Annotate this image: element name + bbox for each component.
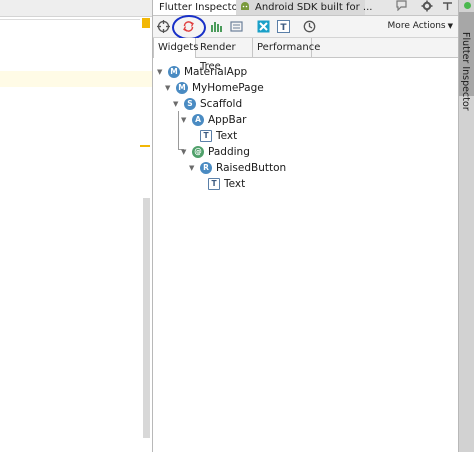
tree-node-label: RaisedButton bbox=[216, 162, 287, 174]
repaint-rainbow-icon[interactable] bbox=[255, 18, 272, 35]
widget-icon: R bbox=[200, 162, 212, 174]
tree-node[interactable]: ▼ S Scaffold bbox=[173, 96, 242, 112]
inspector-toolbar: T More Actions ▼ bbox=[153, 15, 459, 40]
warning-marker bbox=[140, 145, 150, 147]
tab-performance[interactable]: Performance bbox=[253, 38, 320, 57]
tree-node[interactable]: ▼ M MaterialApp bbox=[157, 64, 247, 80]
tab-label: Android SDK built for ... bbox=[255, 2, 373, 13]
chevron-down-icon[interactable]: ▼ bbox=[189, 160, 198, 176]
chevron-down-icon[interactable]: ▼ bbox=[181, 112, 190, 128]
chevron-down-icon: ▼ bbox=[447, 22, 453, 30]
tree-node[interactable]: T Text bbox=[198, 128, 237, 144]
gear-icon[interactable] bbox=[419, 0, 435, 15]
tree-node-label: AppBar bbox=[208, 114, 247, 126]
tree-node-label: Text bbox=[224, 178, 246, 190]
text-widget-icon: T bbox=[200, 130, 212, 142]
chevron-down-icon[interactable]: ▼ bbox=[165, 80, 174, 96]
widget-tree: ▼ M MaterialApp ▼ M MyHomePage ▼ S Scaffold ▼ A… bbox=[153, 58, 459, 452]
chevron-down-icon[interactable]: ▼ bbox=[173, 96, 182, 112]
tree-node-label: MyHomePage bbox=[192, 82, 264, 94]
stripe-label: Flutter Inspector bbox=[460, 32, 471, 111]
tab-label: Widgets bbox=[158, 42, 199, 53]
tree-node[interactable]: ▼ A AppBar bbox=[181, 112, 246, 128]
tree-node-label: Text bbox=[216, 130, 238, 142]
svg-text:T: T bbox=[280, 23, 287, 33]
tree-connector bbox=[178, 111, 179, 149]
current-line-highlight bbox=[0, 71, 152, 87]
editor-tab-bar bbox=[0, 0, 152, 17]
tree-node-label: Padding bbox=[208, 146, 250, 158]
widget-icon: M bbox=[168, 66, 180, 78]
text-widget-icon: T bbox=[208, 178, 220, 190]
warning-marker bbox=[142, 18, 150, 28]
refresh-icon[interactable] bbox=[180, 18, 197, 35]
stripe-button-flutter-inspector[interactable]: Flutter Inspector bbox=[459, 12, 474, 111]
tab-label: Flutter Inspector bbox=[159, 2, 242, 13]
inspector-view-tabs: Widgets Render Tree Performance bbox=[153, 38, 459, 72]
editor-divider bbox=[0, 19, 140, 20]
flutter-inspector-panel: Flutter Inspector Android SDK built for … bbox=[152, 0, 459, 452]
widget-icon: M bbox=[176, 82, 188, 94]
android-icon bbox=[241, 2, 249, 10]
tool-window-tabs: Flutter Inspector Android SDK built for … bbox=[153, 0, 459, 16]
chat-icon[interactable] bbox=[393, 0, 409, 15]
tree-node[interactable]: ▼ @ Padding bbox=[181, 144, 250, 160]
slow-animation-icon[interactable] bbox=[301, 18, 318, 35]
status-dot-icon bbox=[464, 2, 471, 9]
widget-icon: S bbox=[184, 98, 196, 110]
tree-node[interactable]: T Text bbox=[206, 176, 245, 192]
right-tool-stripe: Flutter Inspector bbox=[458, 0, 474, 452]
editor-area[interactable] bbox=[0, 0, 152, 452]
editor-scrollbar[interactable] bbox=[143, 198, 150, 438]
chevron-down-icon[interactable]: ▼ bbox=[181, 144, 190, 160]
debug-paint-icon[interactable] bbox=[228, 18, 245, 35]
tree-node[interactable]: ▼ R RaisedButton bbox=[189, 160, 286, 176]
more-actions-label: More Actions bbox=[387, 21, 446, 31]
text-baseline-icon[interactable]: T bbox=[275, 18, 292, 35]
performance-overlay-icon[interactable] bbox=[208, 18, 225, 35]
chevron-down-icon[interactable]: ▼ bbox=[157, 64, 166, 80]
tab-flutter-inspector[interactable]: Flutter Inspector bbox=[153, 0, 249, 15]
tab-label: Performance bbox=[257, 42, 321, 53]
tree-node-label: Scaffold bbox=[200, 98, 243, 110]
widget-icon: A bbox=[192, 114, 204, 126]
tree-node-label: MaterialApp bbox=[184, 66, 248, 78]
tree-node[interactable]: ▼ M MyHomePage bbox=[165, 80, 264, 96]
tab-android-device[interactable]: Android SDK built for ... bbox=[236, 0, 372, 15]
tab-widgets[interactable]: Widgets bbox=[153, 38, 199, 58]
hide-panel-icon[interactable] bbox=[439, 0, 455, 15]
widget-icon: @ bbox=[192, 146, 204, 158]
select-widget-icon[interactable] bbox=[155, 18, 172, 35]
more-actions-dropdown[interactable]: More Actions ▼ bbox=[388, 19, 453, 34]
tab-render-tree[interactable]: Render Tree bbox=[196, 38, 253, 72]
